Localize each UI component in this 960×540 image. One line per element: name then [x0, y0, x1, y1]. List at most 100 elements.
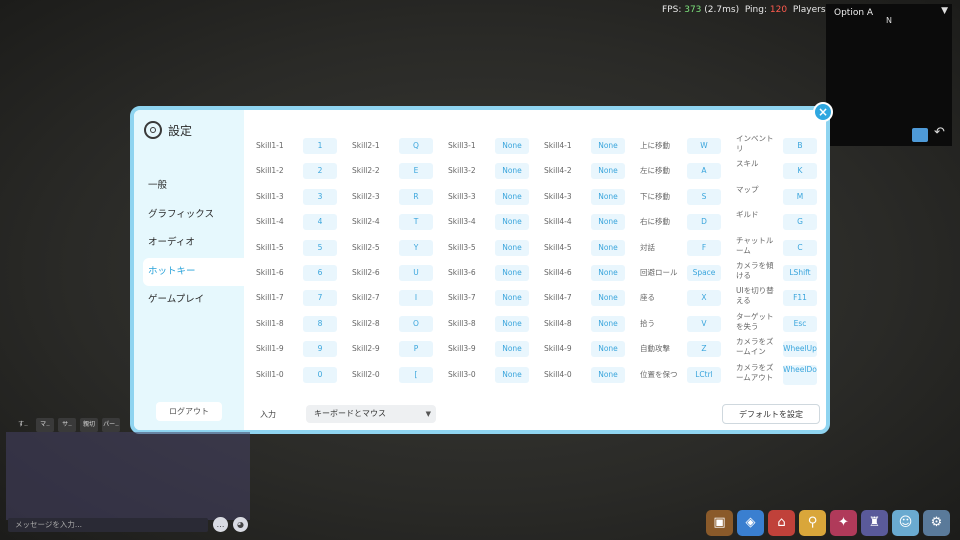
- input-device-select[interactable]: キーボードとマウス ▼: [306, 405, 436, 423]
- hotkey-binding-button[interactable]: None: [591, 265, 625, 281]
- close-button[interactable]: ×: [813, 102, 833, 122]
- hotkey-binding-button[interactable]: Esc: [783, 315, 817, 332]
- hotkey-action-label: Skill1-7: [256, 293, 284, 303]
- hotkey-binding-button[interactable]: None: [495, 366, 529, 383]
- nav-graphics[interactable]: グラフィックス: [134, 201, 244, 230]
- map-icon[interactable]: [912, 128, 928, 142]
- hotkey-binding-button[interactable]: T: [399, 214, 433, 231]
- hotkey-binding-button[interactable]: V: [687, 315, 721, 332]
- shop-icon[interactable]: ⌂: [768, 510, 795, 536]
- hotkey-binding-button[interactable]: None: [495, 163, 529, 180]
- chat-tab[interactable]: す..: [14, 418, 32, 432]
- hotkey-binding-button[interactable]: 9: [303, 341, 337, 358]
- hotkey-binding-button[interactable]: 4: [303, 214, 337, 231]
- chevron-down-icon[interactable]: ▼: [941, 6, 948, 16]
- chat-tab[interactable]: マ..: [36, 418, 54, 432]
- hotkey-binding-button[interactable]: WheelDown: [783, 364, 817, 385]
- hotkey-binding-button[interactable]: Y: [399, 239, 433, 256]
- speech-bubble-icon[interactable]: …: [213, 517, 228, 532]
- hotkey-binding-button[interactable]: None: [591, 138, 625, 154]
- hotkey-binding-button[interactable]: X: [687, 290, 721, 307]
- hotkey-binding-button[interactable]: P: [399, 341, 433, 358]
- hotkey-binding-button[interactable]: 6: [303, 265, 337, 281]
- hotkey-binding-button[interactable]: None: [591, 341, 625, 358]
- hotkey-binding-button[interactable]: None: [495, 138, 529, 154]
- hotkey-binding-button[interactable]: None: [591, 214, 625, 231]
- hotkey-binding-button[interactable]: R: [399, 188, 433, 205]
- hotkey-binding-button[interactable]: Q: [399, 138, 433, 154]
- ping-label: Ping:: [744, 5, 768, 15]
- server-option-label[interactable]: Option A: [834, 8, 873, 18]
- hotkey-binding-button[interactable]: WheelUp: [783, 341, 817, 358]
- hotkey-binding-button[interactable]: W: [687, 138, 721, 154]
- reset-default-button[interactable]: デフォルトを設定: [722, 404, 820, 424]
- nav-audio[interactable]: オーディオ: [134, 229, 244, 258]
- hotkey-binding-button[interactable]: None: [591, 188, 625, 205]
- hotkey-binding-button[interactable]: None: [495, 341, 529, 358]
- hotkey-binding-button[interactable]: LCtrl: [687, 366, 721, 383]
- hotkey-binding-button[interactable]: D: [687, 214, 721, 231]
- hotkey-binding-button[interactable]: None: [591, 290, 625, 307]
- hotkey-binding-button[interactable]: A: [687, 163, 721, 180]
- guild-emblem-icon[interactable]: ✦: [830, 510, 857, 536]
- hotkey-binding-button[interactable]: I: [399, 290, 433, 307]
- hotkey-binding-button[interactable]: None: [495, 188, 529, 205]
- friends-icon[interactable]: ☺: [892, 510, 919, 536]
- hotkey-row: Skill1-4 4 Skill2-4 T Skill3-4 None Skill4-4 No…: [256, 210, 826, 232]
- hotkey-binding-button[interactable]: 5: [303, 239, 337, 256]
- inventory-bag-icon[interactable]: ▣: [706, 510, 733, 536]
- hotkey-binding-button[interactable]: F: [687, 239, 721, 256]
- hotkey-binding-button[interactable]: None: [591, 366, 625, 383]
- hotkey-binding-button[interactable]: None: [591, 315, 625, 332]
- undo-icon[interactable]: ↶: [934, 125, 945, 140]
- hotkey-binding-button[interactable]: None: [495, 265, 529, 281]
- minimap[interactable]: Option A ▼ N ↶: [826, 4, 952, 146]
- hotkey-binding-button[interactable]: Z: [687, 341, 721, 358]
- chat-tab[interactable]: 親切: [80, 418, 98, 432]
- nav-gameplay[interactable]: ゲームプレイ: [134, 286, 244, 315]
- hotkey-action-label: カメラをズームイン: [736, 337, 774, 357]
- hotkey-binding-button[interactable]: None: [591, 239, 625, 256]
- hotkey-action-label: Skill2-5: [352, 242, 380, 252]
- hotkey-binding-button[interactable]: B: [783, 138, 817, 154]
- hotkey-action-label: Skill4-4: [544, 217, 572, 227]
- hotkey-binding-button[interactable]: None: [495, 239, 529, 256]
- hotkey-binding-button[interactable]: 8: [303, 315, 337, 332]
- hotkey-binding-button[interactable]: Space: [687, 265, 721, 281]
- hotkey-binding-button[interactable]: O: [399, 315, 433, 332]
- hotkey-binding-button[interactable]: 1: [303, 138, 337, 154]
- hotkey-binding-button[interactable]: C: [783, 239, 817, 256]
- hotkey-binding-button[interactable]: 2: [303, 163, 337, 180]
- castle-icon[interactable]: ♜: [861, 510, 888, 536]
- nav-general[interactable]: 一般: [134, 172, 244, 201]
- chat-log[interactable]: [6, 432, 250, 520]
- hotkey-binding-button[interactable]: None: [495, 290, 529, 307]
- gear-icon[interactable]: ⚙: [923, 510, 950, 536]
- logout-button[interactable]: ログアウト: [156, 402, 222, 421]
- chat-tab[interactable]: サ..: [58, 418, 76, 432]
- nav-hotkeys[interactable]: ホットキー: [143, 257, 244, 286]
- hotkey-action-label: カメラをズームアウト: [736, 362, 774, 382]
- chat-input[interactable]: メッセージを入力...: [8, 518, 208, 532]
- hotkey-binding-button[interactable]: F11: [783, 290, 817, 307]
- hotkey-binding-button[interactable]: 7: [303, 290, 337, 307]
- search-icon[interactable]: ⚲: [799, 510, 826, 536]
- hotkey-binding-button[interactable]: U: [399, 265, 433, 281]
- hotkey-binding-button[interactable]: LShift: [783, 265, 817, 281]
- hotkey-binding-button[interactable]: K: [783, 163, 817, 180]
- hotkey-binding-button[interactable]: M: [783, 188, 817, 205]
- chat-tab[interactable]: パー..: [102, 418, 120, 432]
- hotkey-binding-button[interactable]: None: [495, 214, 529, 231]
- hotkey-binding-button[interactable]: None: [495, 315, 529, 332]
- emote-cat-icon[interactable]: ◕: [233, 517, 248, 532]
- map-icon[interactable]: ◈: [737, 510, 764, 536]
- hotkey-binding-button[interactable]: G: [783, 214, 817, 231]
- hotkey-binding-button[interactable]: [: [399, 366, 433, 383]
- hotkey-action-label: Skill3-1: [448, 141, 476, 150]
- hotkey-binding-button[interactable]: S: [687, 188, 721, 205]
- hotkey-action-label: インベントリ: [736, 134, 774, 153]
- hotkey-binding-button[interactable]: 0: [303, 366, 337, 383]
- hotkey-binding-button[interactable]: 3: [303, 188, 337, 205]
- hotkey-binding-button[interactable]: None: [591, 163, 625, 180]
- hotkey-binding-button[interactable]: E: [399, 163, 433, 180]
